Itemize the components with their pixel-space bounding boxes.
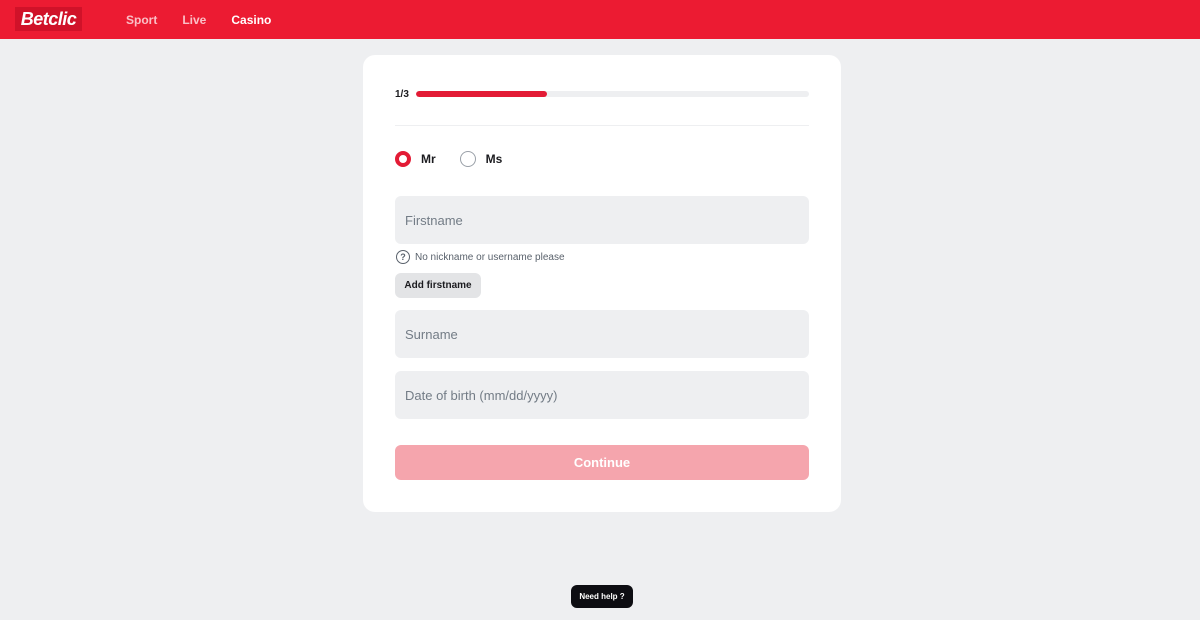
radio-mr-label[interactable]: Mr (421, 152, 436, 166)
top-navigation-bar: Betclic Sport Live Casino (0, 0, 1200, 39)
main-nav: Sport Live Casino (126, 0, 296, 39)
radio-unchecked-icon[interactable] (459, 151, 476, 167)
step-indicator: 1/3 (395, 88, 809, 100)
firstname-input[interactable] (395, 196, 809, 244)
logo-text: Betclic (20, 8, 77, 29)
radio-ms[interactable]: Ms (459, 151, 503, 167)
radio-ms-label[interactable]: Ms (486, 152, 503, 166)
nav-item-live[interactable]: Live (182, 13, 206, 27)
nav-item-sport[interactable]: Sport (126, 13, 157, 27)
radio-checked-icon[interactable] (395, 151, 411, 167)
progress-track (416, 91, 809, 97)
nav-item-casino[interactable]: Casino (231, 13, 271, 27)
date-of-birth-input[interactable] (395, 371, 809, 419)
surname-input[interactable] (395, 310, 809, 358)
radio-mr[interactable]: Mr (395, 151, 436, 167)
firstname-hint: ? No nickname or username please (396, 250, 565, 264)
gender-radio-group: Mr Ms (395, 151, 526, 167)
add-firstname-button[interactable]: Add firstname (395, 273, 481, 298)
betclic-logo[interactable]: Betclic (15, 7, 82, 31)
need-help-button[interactable]: Need help ? (571, 585, 633, 608)
firstname-hint-text: No nickname or username please (415, 251, 565, 263)
step-label: 1/3 (395, 88, 409, 100)
continue-button[interactable]: Continue (395, 445, 809, 480)
progress-fill (416, 91, 547, 97)
registration-card: 1/3 Mr Ms ? No nickname or username plea… (363, 55, 841, 512)
question-circle-icon: ? (396, 250, 410, 264)
divider (395, 125, 809, 126)
